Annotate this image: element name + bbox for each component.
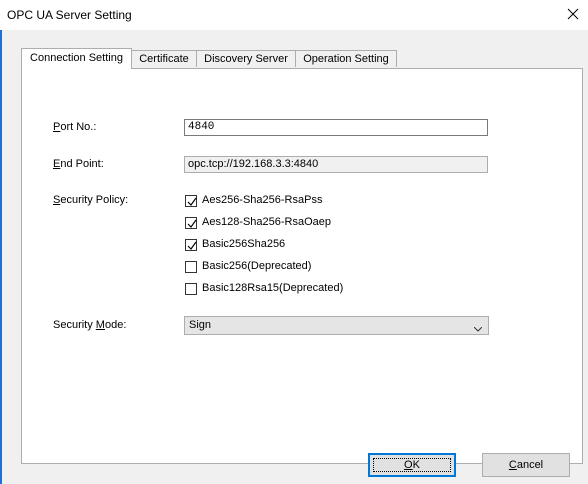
policy-label: Aes256-Sha256-RsaPss [202,194,323,206]
policy-label: Basic256Sha256 [202,238,286,250]
endpoint-field[interactable]: opc.tcp://192.168.3.3:4840 [184,156,488,173]
checkbox[interactable] [185,195,197,207]
checkbox[interactable] [185,217,197,229]
checkbox[interactable] [185,239,197,251]
tab-connection-setting[interactable]: Connection Setting [21,48,132,69]
security-mode-select[interactable]: Sign [184,316,489,335]
connection-setting-panel: Port No.: 4840 End Point: opc.tcp://192.… [21,68,583,464]
dialog-body: Connection Setting Certificate Discovery… [2,30,588,484]
policy-label: Aes128-Sha256-RsaOaep [202,216,332,228]
checkmark-icon [187,219,197,228]
ok-button[interactable]: OK [368,453,456,477]
checkmark-icon [187,197,197,206]
security-policy-label: Security Policy: [53,194,129,206]
cancel-button[interactable]: Cancel [482,453,570,477]
policy-label: Basic256(Deprecated) [202,260,312,272]
checkmark-icon [187,241,197,250]
security-mode-value: Sign [189,319,212,331]
checkbox[interactable] [185,261,197,273]
security-mode-label: Security Mode: [53,319,127,331]
port-field[interactable]: 4840 [184,119,488,136]
tab-certificate[interactable]: Certificate [131,50,197,67]
policy-label: Basic128Rsa15(Deprecated) [202,282,344,294]
port-label: Port No.: [53,121,97,133]
tab-discovery-server[interactable]: Discovery Server [196,50,296,67]
close-icon[interactable] [564,5,582,23]
focus-rect [373,458,451,472]
chevron-down-icon [473,323,483,332]
checkbox[interactable] [185,283,197,295]
endpoint-label: End Point: [53,158,104,170]
title-bar: OPC UA Server Setting [0,0,588,30]
window-title: OPC UA Server Setting [7,8,132,22]
tab-operation-setting[interactable]: Operation Setting [295,50,397,67]
